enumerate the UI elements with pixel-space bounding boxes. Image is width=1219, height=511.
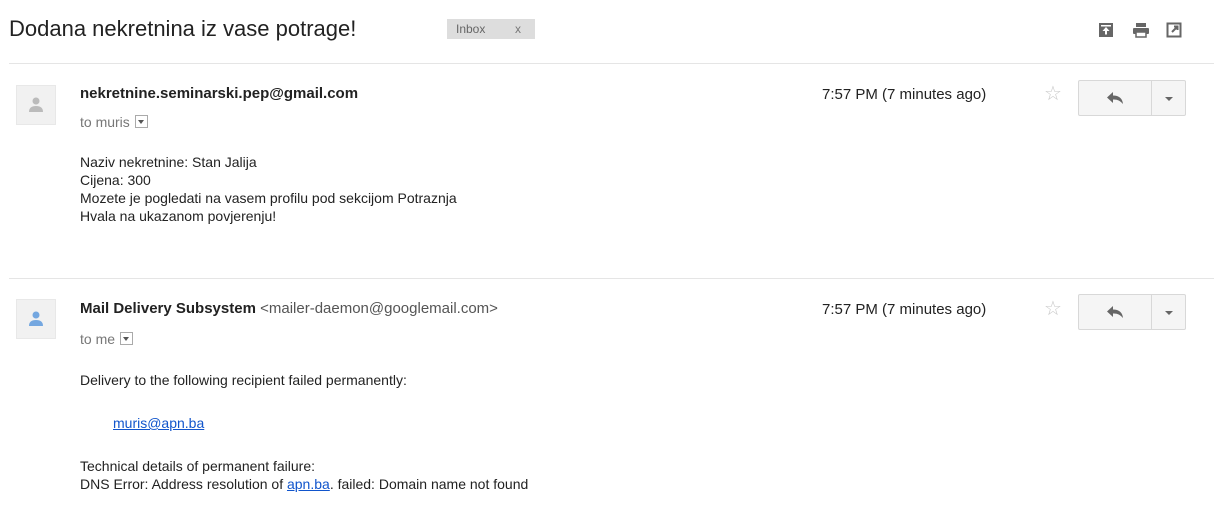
message-body: Naziv nekretnine: Stan Jalija Cijena: 30… <box>80 153 457 225</box>
reply-button[interactable] <box>1078 294 1152 330</box>
person-icon <box>29 97 43 112</box>
show-details-icon[interactable] <box>120 332 134 345</box>
sender[interactable]: Mail Delivery Subsystem <mailer-daemon@g… <box>80 300 498 317</box>
expand-all-icon[interactable] <box>1098 22 1116 40</box>
recipient-link[interactable]: muris@apn.ba <box>113 415 204 431</box>
subject-bar: Dodana nekretnina iz vase potrage! Inbox… <box>0 0 1219 62</box>
reply-icon <box>1107 92 1123 104</box>
avatar[interactable] <box>16 85 56 125</box>
remove-label-icon[interactable]: x <box>515 19 521 39</box>
failure-details: Technical details of permanent failure: … <box>80 457 528 493</box>
more-actions-button[interactable] <box>1152 80 1186 116</box>
sender-email: <mailer-daemon@googlemail.com> <box>260 300 498 317</box>
recipients-line: to me <box>80 331 134 347</box>
message-1: nekretnine.seminarski.pep@gmail.com to m… <box>0 64 1219 278</box>
label-name[interactable]: Inbox <box>456 19 485 39</box>
dns-error-suffix: . failed: Domain name not found <box>329 476 529 492</box>
failed-recipient: muris@apn.ba <box>113 414 204 432</box>
message-time: 7:57 PM (7 minutes ago) <box>822 301 987 318</box>
avatar[interactable] <box>16 299 56 339</box>
dns-error-line: DNS Error: Address resolution of apn.ba.… <box>80 475 528 493</box>
inbox-label[interactable]: Inbox x <box>447 19 535 39</box>
person-icon <box>29 311 43 326</box>
message-2: Mail Delivery Subsystem <mailer-daemon@g… <box>0 279 1219 511</box>
delivery-failure-text: Delivery to the following recipient fail… <box>80 372 407 388</box>
new-window-icon[interactable] <box>1166 22 1184 40</box>
body-line: Naziv nekretnine: Stan Jalija <box>80 154 257 170</box>
star-icon[interactable]: ☆ <box>1044 81 1062 106</box>
star-icon[interactable]: ☆ <box>1044 296 1062 321</box>
recipients-line: to muris <box>80 114 148 130</box>
show-details-icon[interactable] <box>134 115 148 128</box>
details-heading: Technical details of permanent failure: <box>80 458 316 474</box>
dns-error-prefix: DNS Error: Address resolution of <box>80 476 287 492</box>
sender-name[interactable]: Mail Delivery Subsystem <box>80 300 256 317</box>
message-time: 7:57 PM (7 minutes ago) <box>822 86 987 103</box>
sender[interactable]: nekretnine.seminarski.pep@gmail.com <box>80 85 358 102</box>
reply-button[interactable] <box>1078 80 1152 116</box>
body-line: Cijena: 300 <box>80 172 151 188</box>
to-label: to muris <box>80 114 130 130</box>
domain-link[interactable]: apn.ba <box>287 476 330 492</box>
print-icon[interactable] <box>1132 22 1150 40</box>
sender-name[interactable]: nekretnine.seminarski.pep@gmail.com <box>80 85 358 102</box>
body-line: Hvala na ukazanom povjerenju! <box>80 208 277 224</box>
more-actions-button[interactable] <box>1152 294 1186 330</box>
to-label: to me <box>80 331 116 347</box>
reply-icon <box>1107 306 1123 318</box>
email-subject: Dodana nekretnina iz vase potrage! <box>9 16 357 41</box>
body-line: Mozete je pogledati na vasem profilu pod… <box>80 190 457 206</box>
